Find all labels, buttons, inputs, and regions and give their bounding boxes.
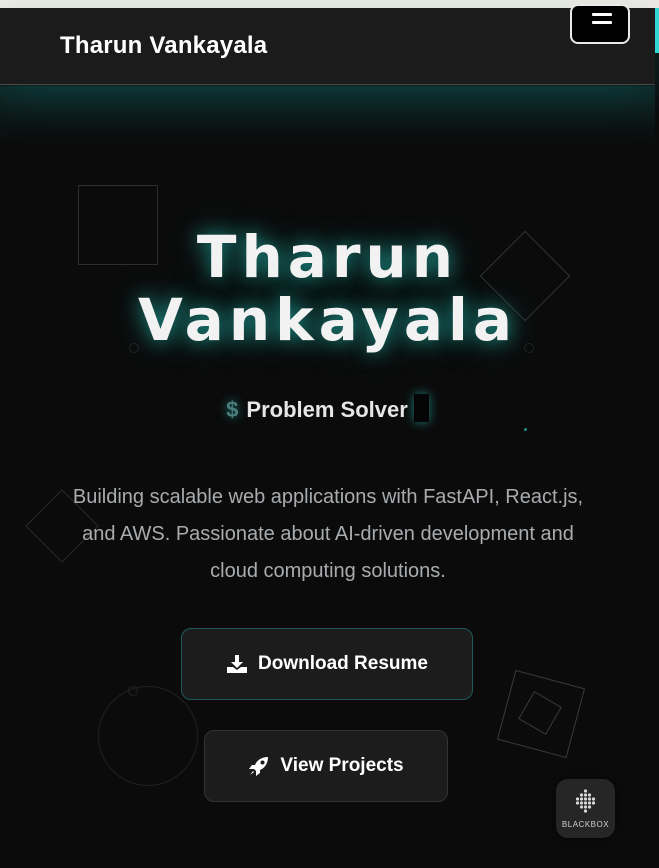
view-projects-button[interactable]: View Projects: [204, 730, 448, 802]
typing-cursor: [413, 394, 429, 422]
browser-top-strip: [0, 0, 659, 8]
nav-brand[interactable]: Tharun Vankayala: [60, 32, 267, 60]
decor-dot: [128, 686, 138, 696]
blackbox-widget[interactable]: BLACKBOX: [556, 779, 615, 838]
decor-circle: [98, 686, 198, 786]
hero-glow: [0, 86, 655, 146]
navbar: Tharun Vankayala: [0, 4, 655, 85]
menu-button[interactable]: [570, 4, 630, 44]
decor-spark: [524, 428, 527, 431]
scrollbar-thumb[interactable]: [655, 8, 659, 53]
typing-role: $ Problem Solver: [0, 394, 655, 423]
prompt-symbol: $: [226, 397, 239, 422]
download-icon: [227, 655, 247, 673]
hero-title: Tharun Vankayala: [0, 226, 655, 352]
view-projects-label: View Projects: [280, 755, 404, 776]
blackbox-label: BLACKBOX: [561, 820, 610, 829]
blackbox-logo-icon: [575, 789, 596, 813]
hero-description: Building scalable web applications with …: [72, 486, 584, 582]
download-resume-label: Download Resume: [258, 653, 428, 674]
hero-title-line2: Vankayala: [137, 286, 518, 354]
hamburger-icon: [592, 13, 612, 16]
role-text: Problem Solver: [246, 397, 408, 422]
download-resume-button[interactable]: Download Resume: [181, 628, 473, 700]
hero-title-line1: Tharun: [196, 223, 459, 291]
rocket-icon: [249, 757, 269, 776]
hamburger-icon-bar: [592, 21, 612, 24]
